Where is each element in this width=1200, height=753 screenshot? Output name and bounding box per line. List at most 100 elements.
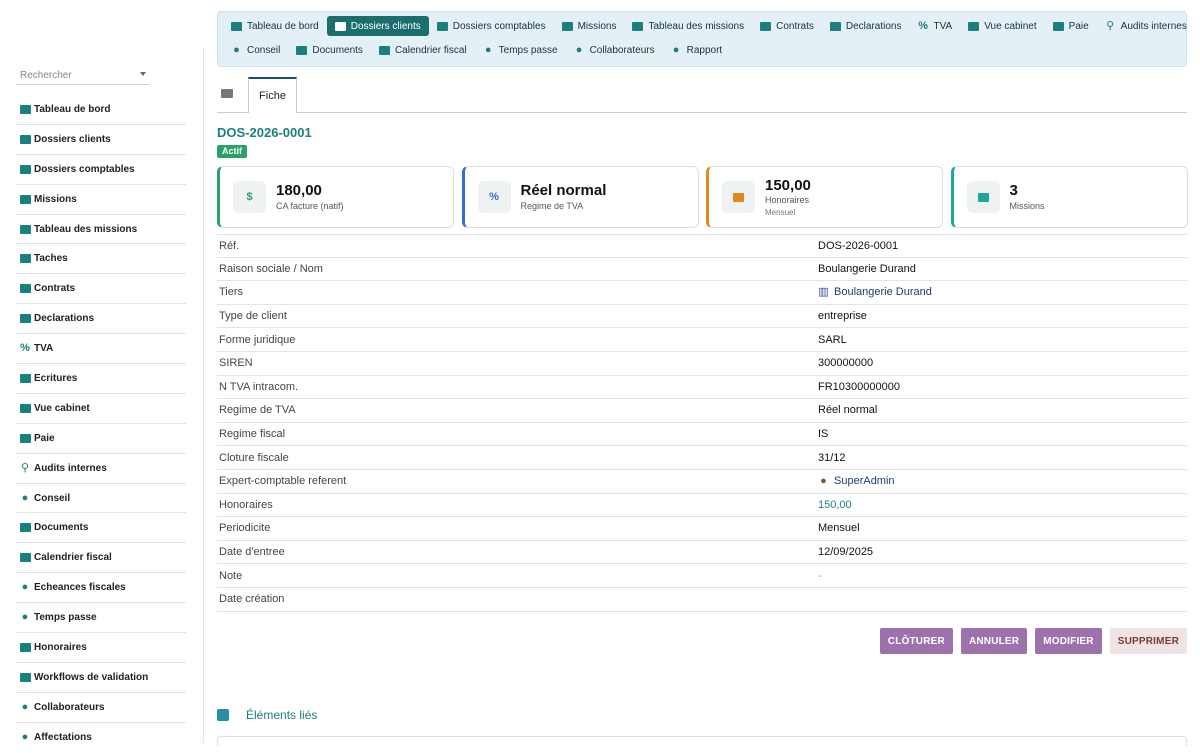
close-record-button[interactable]: CLÔTURER — [879, 628, 953, 654]
sidebar-item-vue-cabinet[interactable]: Vue cabinet — [16, 394, 186, 424]
sidebar-item-tableau-de-bord[interactable]: Tableau de bord — [16, 95, 186, 125]
balance-icon — [968, 21, 980, 31]
delete-button[interactable]: SUPPRIMER — [1109, 628, 1187, 654]
tab-label: TVA — [933, 20, 953, 32]
table-row: Regime de TVA Réel normal — [217, 399, 1187, 423]
tasks-icon — [19, 254, 31, 264]
tab-collaborateurs[interactable]: ● Collaborateurs — [566, 40, 663, 60]
sidebar-item-icon-wrap — [19, 433, 31, 443]
percent-icon: % — [20, 342, 30, 355]
sidebar-item-icon-wrap — [19, 403, 31, 413]
linked-elements-panel — [217, 736, 1187, 746]
field-value-icon-wrap: ● — [818, 475, 829, 487]
sidebar-item-affectations[interactable]: ● Affectations — [16, 723, 186, 753]
sidebar-item-label: Documents — [34, 522, 89, 534]
sidebar-item-contrats[interactable]: Contrats — [16, 274, 186, 305]
tab-icon-wrap — [436, 21, 448, 31]
field-value: 300000000 — [818, 357, 873, 369]
sidebar-item-taches[interactable]: Taches — [16, 244, 186, 275]
folder-icon[interactable] — [221, 89, 233, 98]
tab-label: Tableau de bord — [247, 20, 319, 32]
stat-card-label: CA facture (natif) — [276, 201, 344, 211]
tab-conseil[interactable]: ● Conseil — [223, 40, 288, 60]
sidebar-item-icon-wrap — [19, 523, 31, 533]
tab-label: Tableau des missions — [648, 20, 745, 32]
contract-icon — [19, 284, 31, 294]
tab-icon-wrap — [1052, 21, 1064, 31]
money-icon — [1052, 21, 1064, 31]
sidebar-item-label: Taches — [34, 253, 68, 265]
linked-elements-title: Éléments liés — [246, 708, 318, 722]
sidebar-item-echeances-fiscales[interactable]: ● Echeances fiscales — [16, 573, 186, 604]
stat-card-value: Réel normal — [520, 182, 607, 199]
tab-label: Conseil — [247, 44, 281, 56]
table-icon — [19, 224, 31, 234]
sidebar-item-conseil[interactable]: ● Conseil — [16, 484, 186, 514]
tab-label: Rapport — [686, 44, 723, 56]
briefcase-icon — [19, 194, 31, 204]
tab-paie[interactable]: Paie — [1045, 16, 1097, 36]
sidebar-item-calendrier-fiscal[interactable]: Calendrier fiscal — [16, 543, 186, 574]
workflow-icon — [19, 672, 31, 682]
field-value: SARL — [818, 334, 847, 346]
pie-chart-icon: ● — [672, 43, 680, 56]
tab-dossiers-clients[interactable]: Dossiers clients — [326, 16, 429, 36]
field-value[interactable]: ▥ Boulangerie Durand — [818, 286, 932, 298]
linked-elements-header[interactable]: Éléments liés — [217, 708, 317, 722]
sidebar-item-workflows-de-validation[interactable]: Workflows de validation — [16, 663, 186, 693]
sidebar-item-tableau-des-missions[interactable]: Tableau des missions — [16, 215, 186, 245]
table-row: Date création — [217, 588, 1187, 612]
field-value-text: Réel normal — [818, 404, 878, 417]
sidebar-item-audits-internes[interactable]: ⚲ Audits internes — [16, 454, 186, 484]
field-value: 12/09/2025 — [818, 546, 873, 558]
sidebar-item-declarations[interactable]: Declarations — [16, 304, 186, 335]
field-value-text: 12/09/2025 — [818, 546, 874, 559]
tab-audits-internes[interactable]: ⚲ Audits internes — [1097, 16, 1195, 36]
tab-documents[interactable]: Documents — [288, 40, 371, 60]
tab-icon-wrap — [760, 21, 772, 31]
sidebar-item-dossiers-clients[interactable]: Dossiers clients — [16, 125, 186, 155]
field-value-text: 300000000 — [818, 357, 874, 370]
tab-dossiers-comptables[interactable]: Dossiers comptables — [429, 16, 554, 36]
sidebar-item-icon-wrap — [19, 164, 31, 174]
tab-tva[interactable]: % TVA — [909, 16, 960, 36]
tab-calendrier-fiscal[interactable]: Calendrier fiscal — [371, 40, 475, 60]
edit-button[interactable]: MODIFIER — [1035, 628, 1102, 654]
tab-temps-passe[interactable]: ● Temps passe — [475, 40, 566, 60]
percent-icon: % — [489, 190, 499, 203]
sidebar-item-dossiers-comptables[interactable]: Dossiers comptables — [16, 155, 186, 185]
tab-icon-wrap: ● — [483, 44, 494, 56]
sidebar-item-missions[interactable]: Missions — [16, 185, 186, 215]
tab-label: Missions — [577, 20, 617, 32]
tab-fiche[interactable]: Fiche — [248, 77, 297, 113]
tab-contrats[interactable]: Contrats — [752, 16, 822, 36]
field-value-text: Boulangerie Durand — [834, 286, 932, 299]
sidebar-item-ecritures[interactable]: Ecritures — [16, 364, 186, 394]
sidebar-item-label: Paie — [34, 432, 55, 444]
sidebar-item-tva[interactable]: % TVA — [16, 334, 186, 365]
sidebar: Rechercher Tableau de bord Dossiers clien… — [0, 0, 205, 743]
sidebar-item-honoraires[interactable]: Honoraires — [16, 633, 186, 663]
sidebar-item-temps-passe[interactable]: ● Temps passe — [16, 603, 186, 634]
sidebar-item-label: Ecritures — [34, 372, 78, 384]
tab-missions[interactable]: Missions — [554, 16, 625, 36]
sidebar-search-select[interactable]: Rechercher — [16, 66, 150, 85]
sidebar-item-collaborateurs[interactable]: ● Collaborateurs — [16, 693, 186, 723]
tab-vue-cabinet[interactable]: Vue cabinet — [960, 16, 1044, 36]
field-value-text: Mensuel — [818, 522, 860, 535]
tab-tableau-des-missions[interactable]: Tableau des missions — [624, 16, 752, 36]
sidebar-item-paie[interactable]: Paie — [16, 424, 186, 454]
tab-tableau-de-bord[interactable]: Tableau de bord — [223, 16, 327, 36]
book-icon — [19, 164, 31, 174]
field-value: Boulangerie Durand — [818, 263, 916, 275]
field-value: entreprise — [818, 310, 867, 322]
cancel-button[interactable]: ANNULER — [960, 628, 1028, 654]
tab-declarations[interactable]: Declarations — [822, 16, 910, 36]
stat-card-icon-box — [966, 181, 1000, 213]
briefcase-icon — [561, 21, 573, 31]
status-badge: Actif — [217, 145, 247, 158]
field-value[interactable]: ● SuperAdmin — [818, 475, 894, 487]
tab-rapport[interactable]: ● Rapport — [663, 40, 731, 60]
briefcase-icon — [977, 192, 989, 202]
sidebar-item-documents[interactable]: Documents — [16, 513, 186, 544]
